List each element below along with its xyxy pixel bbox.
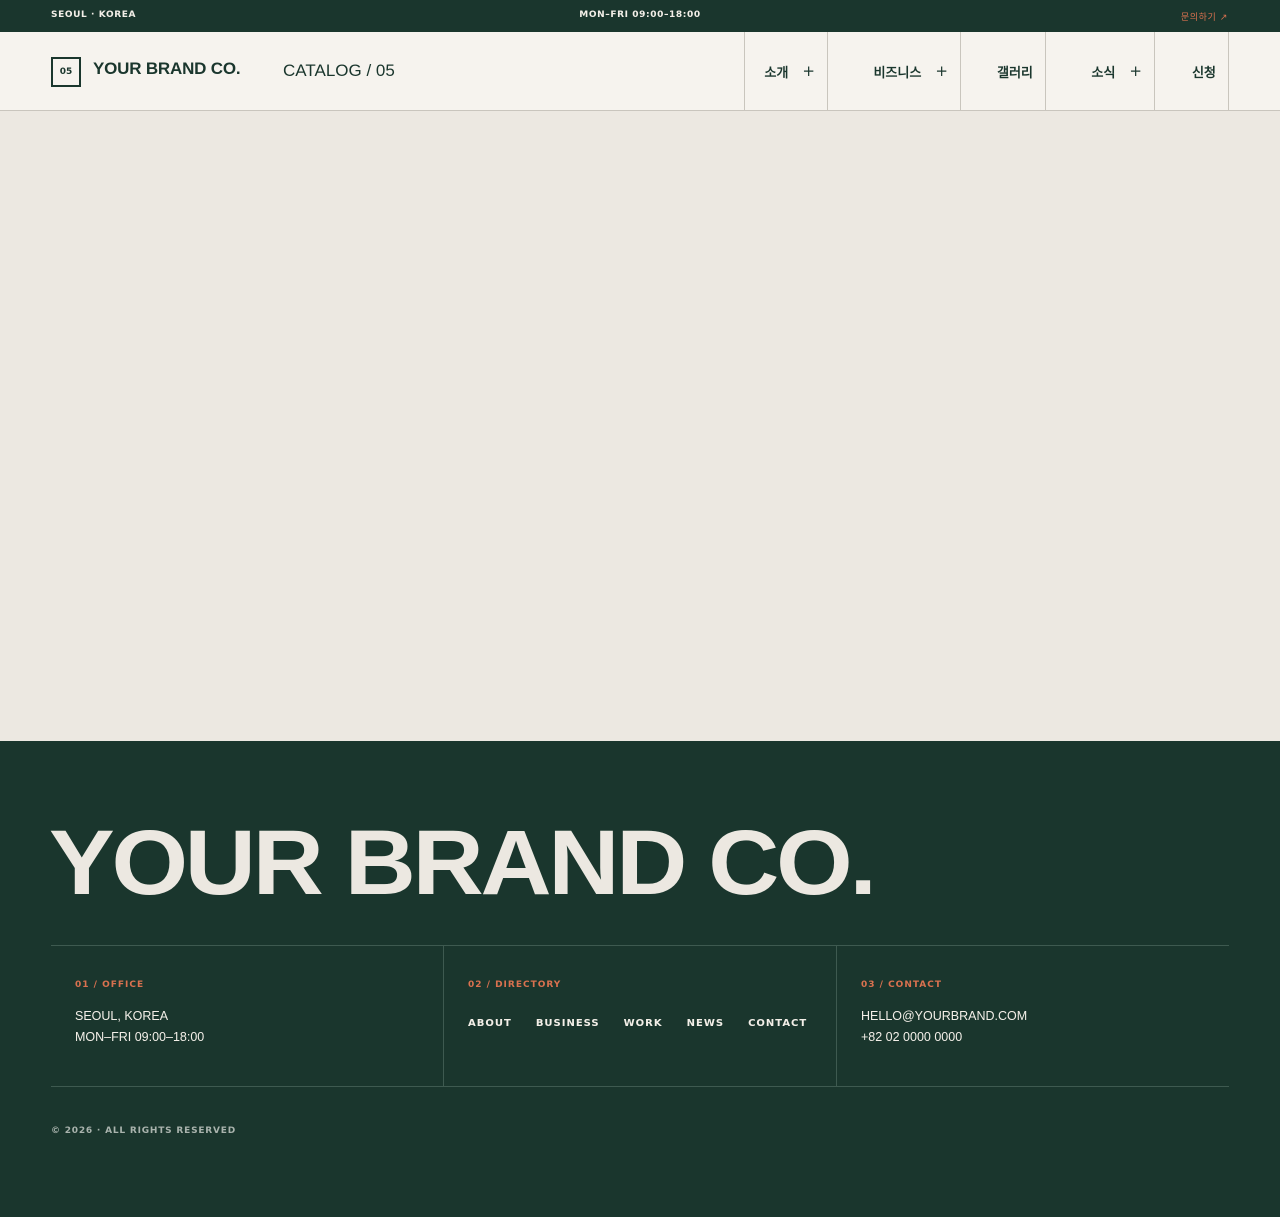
footer-brand-title: YOUR BRAND CO. [49,812,877,914]
footer-contact: 03 / CONTACT HELLO@YOURBRAND.COM +82 02 … [836,946,1229,1086]
footer-link-business[interactable]: BUSINESS [536,1018,600,1029]
office-address: SEOUL, KOREA [75,1009,169,1023]
nav-item-apply[interactable]: 신청 [1155,32,1229,110]
footer-directory: 02 / DIRECTORY ABOUT BUSINESS WORK NEWS … [443,946,836,1086]
hours-text: MON–FRI 09:00–18:00 [579,10,701,20]
contact-phone[interactable]: +82 02 0000 0000 [861,1027,1205,1048]
nav-item-label: 소개 [764,65,789,81]
plus-icon: + [1129,62,1142,80]
footer-link-news[interactable]: NEWS [687,1018,724,1029]
directory-links: ABOUT BUSINESS WORK NEWS CONTACT [468,1018,812,1029]
footer-link-contact[interactable]: CONTACT [748,1018,807,1029]
site-header: 05 YOUR BRAND CO. CATALOG / 05 소개 + 비즈니스… [0,32,1280,111]
plus-icon: + [935,62,948,80]
footer-link-about[interactable]: ABOUT [468,1018,512,1029]
office-title: 01 / OFFICE [75,980,145,990]
nav-item-about[interactable]: 소개 + [745,32,828,110]
inquiry-link[interactable]: 문의하기 ↗ [1181,10,1228,23]
contact-title: 03 / CONTACT [861,980,943,990]
brand-logo-text[interactable]: YOUR BRAND CO. [93,59,241,79]
contact-email[interactable]: HELLO@YOURBRAND.COM [861,1006,1205,1027]
footer-office: 01 / OFFICE SEOUL, KOREA MON–FRI 09:00–1… [51,946,443,1086]
nav-item-label: 갤러리 [997,65,1033,81]
logo-badge[interactable]: 05 [51,57,81,87]
nav-item-label: 신청 [1192,65,1216,81]
site-footer: YOUR BRAND CO. 01 / OFFICE SEOUL, KOREA … [0,741,1280,1217]
catalog-label: CATALOG / 05 [283,61,395,80]
nav-item-news[interactable]: 소식 + [1046,32,1155,110]
main-content [0,111,1280,741]
directory-title: 02 / DIRECTORY [468,980,562,990]
footer-columns: 01 / OFFICE SEOUL, KOREA MON–FRI 09:00–1… [51,945,1229,1087]
main-nav: 소개 + 비즈니스 + 갤러리 소식 + 신청 [744,32,1229,110]
plus-icon: + [802,62,815,80]
copyright-text: © 2026 · ALL RIGHTS RESERVED [51,1126,237,1136]
top-bar: SEOUL · KOREA MON–FRI 09:00–18:00 문의하기 ↗ [0,0,1280,32]
nav-item-label: 소식 [1091,65,1116,81]
nav-item-gallery[interactable]: 갤러리 [961,32,1046,110]
nav-item-label: 비즈니스 [873,65,922,81]
nav-item-business[interactable]: 비즈니스 + [828,32,961,110]
footer-link-work[interactable]: WORK [624,1018,663,1029]
office-hours: MON–FRI 09:00–18:00 [75,1030,205,1044]
